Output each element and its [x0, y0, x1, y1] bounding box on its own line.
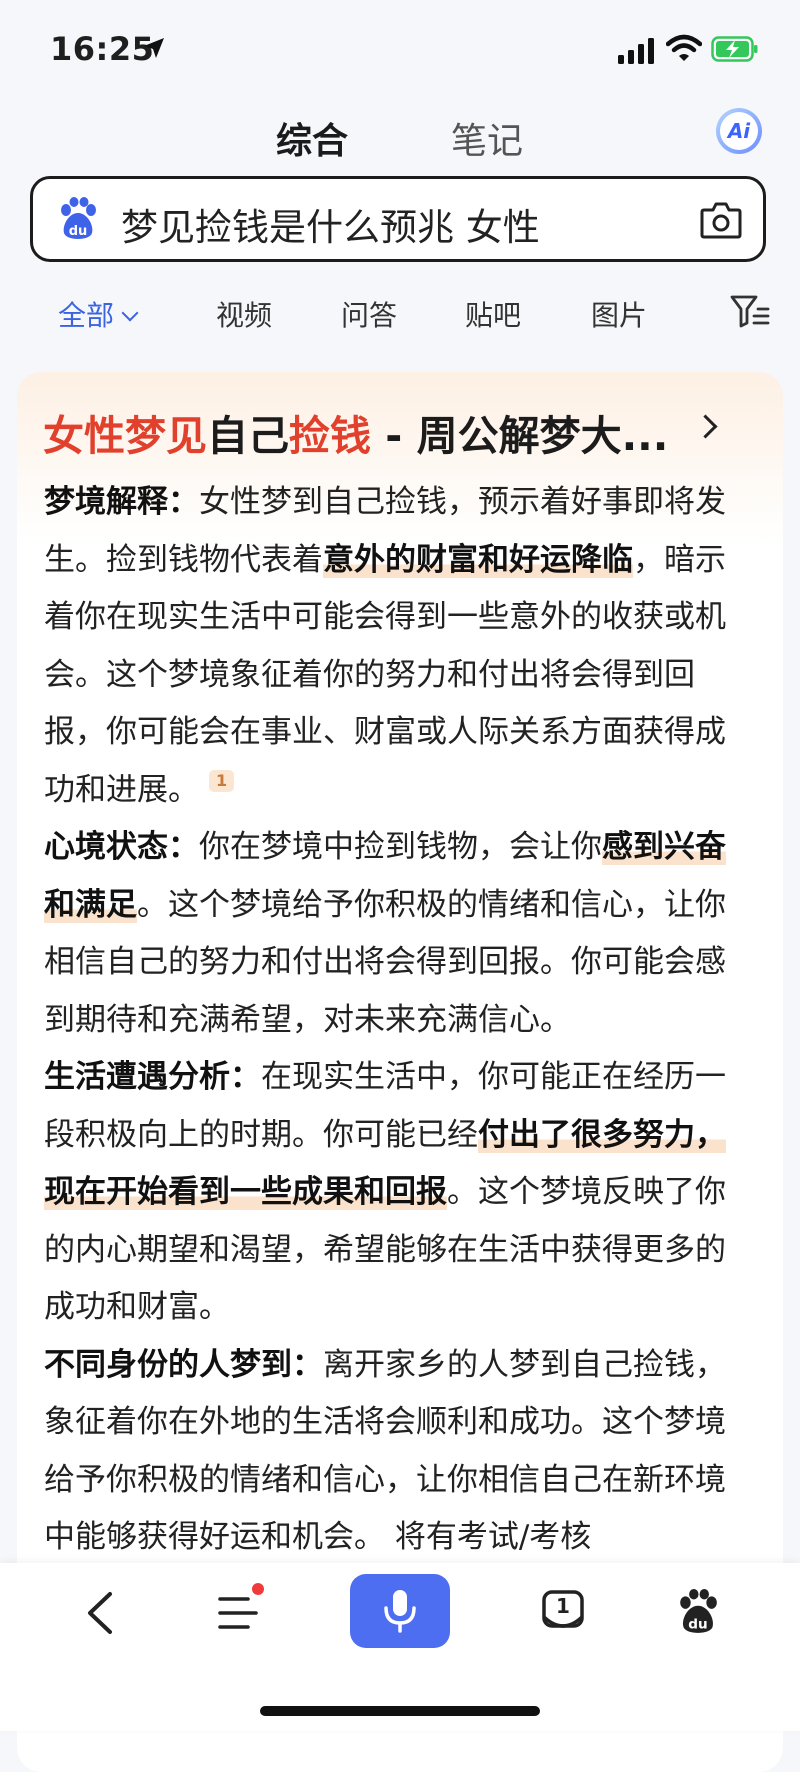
status-bar: 16:25 — [0, 0, 800, 100]
ai-label: Ai — [720, 112, 758, 150]
title-text: - 周公解梦大... — [371, 412, 669, 460]
filter-all-label: 全部 — [58, 299, 115, 332]
wifi-icon — [666, 34, 702, 61]
notification-dot — [252, 1583, 264, 1595]
filter-images[interactable]: 图片 — [591, 294, 647, 334]
bottom-toolbar: 1 du — [0, 1563, 800, 1731]
filter-all[interactable]: 全部 — [58, 294, 139, 334]
battery-charging-icon — [711, 36, 758, 62]
chevron-down-icon — [121, 304, 139, 322]
section-life-analysis: 生活遭遇分析：在现实生活中，你可能正在经历一段积极向上的时期。你可能已经付出了很… — [44, 1049, 756, 1337]
voice-search-button[interactable] — [350, 1574, 450, 1648]
filter-icon[interactable] — [730, 294, 770, 328]
result-title[interactable]: 女性梦见自己捡钱 - 周公解梦大... — [43, 402, 668, 462]
baidu-home-icon[interactable]: du — [676, 1589, 720, 1635]
section-heading: 不同身份的人梦到： — [44, 1346, 323, 1383]
highlight-text: 意外的财富和好运降临 — [323, 541, 633, 578]
title-highlight: 捡钱 — [289, 412, 371, 460]
search-bar[interactable]: du 梦见捡钱是什么预兆 女性 — [30, 176, 766, 262]
svg-text:du: du — [688, 1617, 707, 1633]
section-text: ，暗示着你在现实生活中可能会得到一些意外的收获或机会。这个梦境象征着你的努力和付… — [44, 541, 726, 808]
ai-assistant-button[interactable]: Ai — [716, 108, 762, 154]
home-indicator — [260, 1706, 540, 1716]
filter-video[interactable]: 视频 — [216, 294, 272, 334]
result-card[interactable]: 女性梦见自己捡钱 - 周公解梦大... 梦境解释：女性梦到自己捡钱，预示着好事即… — [17, 372, 783, 1772]
location-arrow-icon — [144, 38, 164, 58]
title-text: 自己 — [207, 412, 289, 460]
baidu-paw-icon: du — [61, 197, 96, 239]
section-heading: 梦境解释： — [44, 484, 199, 520]
citation-badge[interactable]: 1 — [209, 769, 235, 792]
section-dream-interpretation: 梦境解释：女性梦到自己捡钱，预示着好事即将发生。捡到钱物代表着意外的财富和好运降… — [44, 474, 756, 819]
title-highlight: 女性梦见 — [43, 412, 207, 460]
section-heading: 生活遭遇分析： — [44, 1059, 261, 1095]
status-time: 16:25 — [50, 30, 155, 68]
menu-icon[interactable] — [218, 1595, 258, 1631]
chevron-right-icon[interactable] — [693, 414, 718, 439]
section-text: 你在梦境中捡到钱物，会让你 — [199, 829, 602, 865]
search-input[interactable]: 梦见捡钱是什么预兆 女性 — [121, 197, 540, 251]
svg-text:du: du — [69, 224, 88, 239]
camera-icon[interactable] — [700, 201, 742, 239]
section-different-identity: 不同身份的人梦到：离开家乡的人梦到自己捡钱，象征着你在外地的生活将会顺利和成功。… — [44, 1337, 756, 1567]
microphone-icon — [384, 1590, 416, 1633]
section-mental-state: 心境状态：你在梦境中捡到钱物，会让你感到兴奋和满足。这个梦境给予你积极的情绪和信… — [44, 819, 756, 1049]
tab-comprehensive[interactable]: 综合 — [276, 112, 348, 164]
result-content: 梦境解释：女性梦到自己捡钱，预示着好事即将发生。捡到钱物代表着意外的财富和好运降… — [44, 474, 756, 1567]
tabs-count: 1 — [556, 1594, 570, 1618]
cellular-signal-icon — [618, 38, 654, 64]
tab-notes[interactable]: 笔记 — [451, 112, 523, 164]
filter-tieba[interactable]: 贴吧 — [465, 294, 521, 334]
back-icon[interactable] — [84, 1591, 118, 1635]
tabs-button[interactable]: 1 — [540, 1589, 586, 1635]
filter-qa[interactable]: 问答 — [341, 294, 397, 334]
section-text: 。这个梦境给予你积极的情绪和信心，让你相信自己的努力和付出将会得到回报。你可能会… — [44, 886, 726, 1038]
section-heading: 心境状态： — [44, 829, 199, 865]
